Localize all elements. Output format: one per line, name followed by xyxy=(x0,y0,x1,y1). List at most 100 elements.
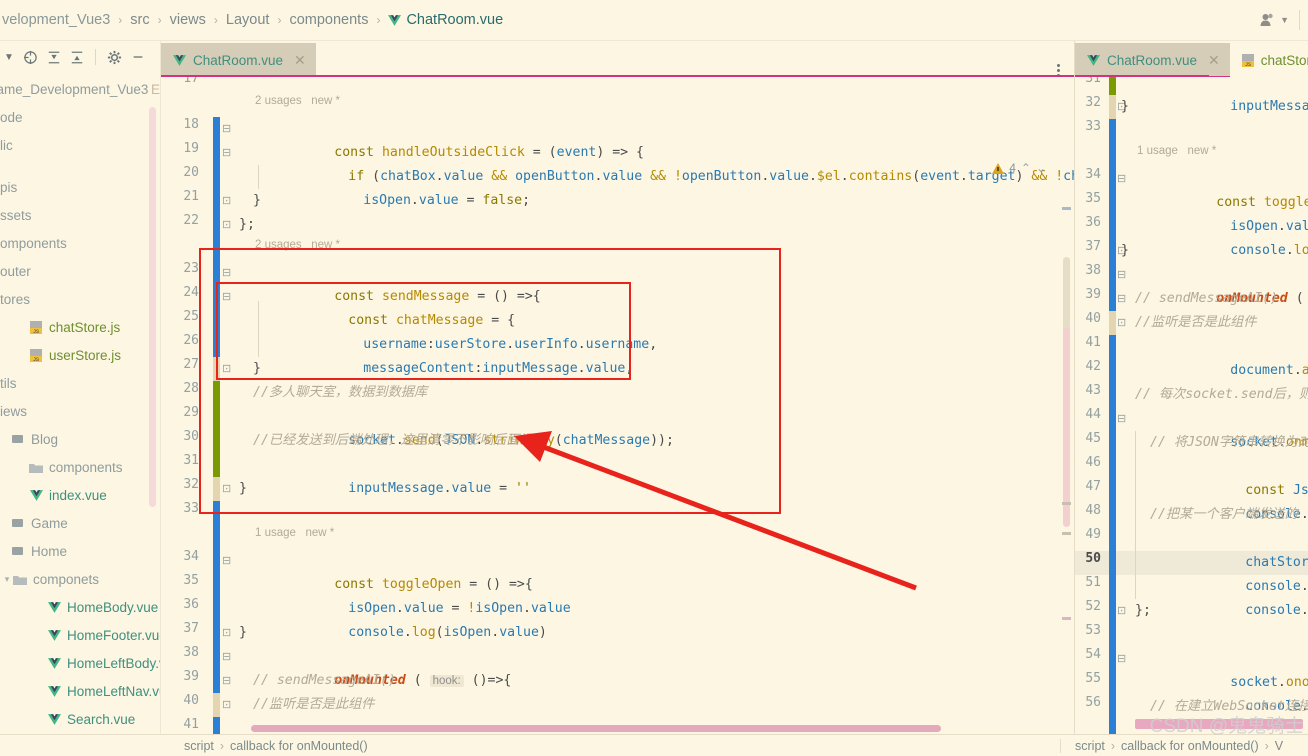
code-line-32[interactable]: } xyxy=(239,477,247,501)
tree-item-views[interactable]: iews xyxy=(0,397,160,425)
tree-item-blog[interactable]: Blog xyxy=(0,425,160,453)
right-code-line-47[interactable]: console.log(JsonEven xyxy=(1150,479,1308,522)
editor-horizontal-scrollbar[interactable] xyxy=(251,725,941,732)
status-crumb-callback[interactable]: callback for onMounted() xyxy=(230,739,368,753)
code-hint-usages[interactable]: 1 usage new * xyxy=(255,521,334,545)
tree-item-game[interactable]: Game xyxy=(0,509,160,537)
breadcrumb-item-src[interactable]: src xyxy=(124,12,155,28)
breadcrumb-item-layout[interactable]: Layout xyxy=(220,12,276,28)
fold-marker[interactable]: ⊡ xyxy=(222,189,231,213)
fold-marker[interactable]: ⊟ xyxy=(222,549,231,573)
right-code-line-54[interactable]: socket.onopen = () => xyxy=(1135,647,1308,690)
tree-item-assets[interactable]: ssets xyxy=(0,201,160,229)
inspection-widget[interactable]: 4 ⌃ ⌄ xyxy=(992,161,1046,175)
hide-panel-icon[interactable] xyxy=(131,50,145,64)
breadcrumb-item-components[interactable]: components xyxy=(283,12,374,28)
right-code-line-41[interactable]: document.addEventListe xyxy=(1135,335,1308,378)
fold-marker[interactable]: ⊟ xyxy=(222,117,231,141)
status-crumb-script[interactable]: script xyxy=(184,739,214,753)
chevron-down-icon[interactable]: ▼ xyxy=(4,52,14,63)
right-code-line-51[interactable]: console.log(chatStor xyxy=(1150,575,1308,618)
right-tab-chatroom-vue[interactable]: ChatRoom.vue ✕ xyxy=(1075,43,1230,79)
tree-item-images[interactable]: › images xyxy=(0,733,160,734)
right-code-line-31[interactable]: inputMessage.value = ' xyxy=(1135,77,1308,114)
code-line-39[interactable]: // sendMessageAI() xyxy=(253,669,396,693)
fold-marker[interactable]: ⊡ xyxy=(222,213,231,237)
editor-scrollbar-track-highlight[interactable] xyxy=(1063,327,1070,527)
right-code-line-40[interactable]: //监听是否是此组件 xyxy=(1135,311,1256,335)
tree-item-stores[interactable]: tores xyxy=(0,285,160,313)
breadcrumb-item-views[interactable]: views xyxy=(164,12,212,28)
breadcrumb-item-project[interactable]: velopment_Vue3 xyxy=(2,12,116,28)
code-line-28[interactable]: //多人聊天室，数据到数据库 xyxy=(253,381,427,405)
tree-item-public[interactable]: lic xyxy=(0,131,160,159)
fold-marker[interactable]: ⊟ xyxy=(222,141,231,165)
right-code-line-55[interactable]: console.log('WebSock xyxy=(1150,671,1308,714)
close-icon[interactable]: ✕ xyxy=(1208,52,1220,69)
editor-code-area[interactable]: 17 18 19 20 21 22 23 24 25 26 27 28 29 3… xyxy=(161,77,1074,734)
tree-item-home[interactable]: Home xyxy=(0,537,160,565)
tree-item-project[interactable]: Game_Development_Vue3 E xyxy=(0,75,160,103)
fold-marker[interactable]: ⊡ xyxy=(222,357,231,381)
chevron-down-icon[interactable]: ▾ xyxy=(2,574,12,585)
tree-item-utils[interactable]: tils xyxy=(0,369,160,397)
code-line-27[interactable]: } xyxy=(253,357,261,381)
right-code-line-44[interactable]: socket.onmessage = (ev xyxy=(1135,407,1308,450)
expand-all-icon[interactable] xyxy=(47,50,61,65)
tree-item-index-vue[interactable]: index.vue xyxy=(0,481,160,509)
fold-marker[interactable]: ⊟ xyxy=(222,285,231,309)
fold-marker[interactable]: ⊡ xyxy=(222,621,231,645)
code-line-38[interactable]: onMounted ( hook: ()=>{ xyxy=(239,645,511,688)
right-code-line-50[interactable]: console.log(userStor xyxy=(1150,551,1308,594)
code-line-26[interactable]: messageContent:inputMessage.value, xyxy=(268,333,633,376)
tree-item-node[interactable]: ode xyxy=(0,103,160,131)
tree-item-homeleftbody-vue[interactable]: HomeLeftBody.vue xyxy=(0,649,160,677)
tree-item-homeleftnav-vue[interactable]: HomeLeftNav.vue xyxy=(0,677,160,705)
tree-item-homebody-vue[interactable]: HomeBody.vue xyxy=(0,593,160,621)
code-hint-usages[interactable]: 2 usages new * xyxy=(255,89,340,113)
code-line-34[interactable]: const toggleOpen = () =>{ xyxy=(239,549,533,592)
right-code-line-38[interactable]: onMounted ( hook: ()=>{ xyxy=(1121,263,1308,306)
right-code-line-52[interactable]: }; xyxy=(1135,599,1151,623)
right-code-lines[interactable]: inputMessage.value = ' } 1 usage new * c… xyxy=(1121,77,1308,734)
right-code-line-36[interactable]: console.log(isOpen.val xyxy=(1135,215,1308,258)
right-code-line-45[interactable]: // 将JSON字符串转换为对 xyxy=(1150,431,1308,455)
fold-marker[interactable]: ⊟ xyxy=(222,669,231,693)
collapse-all-icon[interactable] xyxy=(70,50,84,65)
code-line-40[interactable]: //监听是否是此组件 xyxy=(253,693,374,717)
code-line-37[interactable]: } xyxy=(239,621,247,645)
fold-marker[interactable]: ⊡ xyxy=(222,693,231,717)
code-line-30[interactable]: //已经发送到后端处理，这里清零不影响后面调用 xyxy=(253,429,546,453)
tree-item-search-vue[interactable]: Search.vue xyxy=(0,705,160,733)
status-crumb-extra[interactable]: V xyxy=(1275,739,1283,753)
editor-scrollbar-thumb[interactable] xyxy=(1063,257,1070,337)
code-line-21[interactable]: } xyxy=(253,189,261,213)
tree-item-blog-components[interactable]: components xyxy=(0,453,160,481)
right-code-line-49[interactable]: chatStore.userSendMe xyxy=(1150,527,1308,570)
right-code-line-46[interactable]: const JsonEvent = JS xyxy=(1150,455,1308,498)
code-hint-usages[interactable]: 2 usages new * xyxy=(255,233,340,257)
status-crumb-script[interactable]: script xyxy=(1075,739,1105,753)
right-code-line-43[interactable]: // 每次socket.send后，则 xyxy=(1135,383,1308,407)
right-tab-chatstore-js[interactable]: JS chatStore.js xyxy=(1230,43,1308,77)
right-code-line-39[interactable]: // sendMessageAI() xyxy=(1135,287,1278,311)
close-icon[interactable]: ✕ xyxy=(294,52,306,69)
right-code-hint-usages[interactable]: 1 usage new * xyxy=(1137,139,1216,163)
code-line-25[interactable]: username:userStore.userInfo.username, xyxy=(268,309,657,352)
right-editor-code-area[interactable]: 31 32 33 34 35 36 37 38 39 40 41 42 43 4… xyxy=(1075,77,1308,734)
tree-item-componets[interactable]: ▾ componets xyxy=(0,565,160,593)
sidebar-scrollbar[interactable] xyxy=(149,107,156,507)
fold-marker[interactable]: ⊡ xyxy=(222,477,231,501)
code-line-29[interactable]: socket.send(JSON.stringify(chatMessage))… xyxy=(253,405,674,448)
code-line-20[interactable]: isOpen.value = false; xyxy=(268,165,530,208)
tree-item-userstore-js[interactable]: JS userStore.js xyxy=(0,341,160,369)
code-line-36[interactable]: console.log(isOpen.value) xyxy=(253,597,547,640)
tree-item-homefooter-vue[interactable]: HomeFooter.vue xyxy=(0,621,160,649)
fold-marker[interactable]: ⊟ xyxy=(222,645,231,669)
tree-item-components[interactable]: omponents xyxy=(0,229,160,257)
code-lines[interactable]: 2 usages new * const handleOutsideClick … xyxy=(239,77,1074,734)
right-code-line-48[interactable]: //把某一个客户端发送的 xyxy=(1150,503,1298,527)
tree-item-router[interactable]: outer xyxy=(0,257,160,285)
fold-marker[interactable]: ⊟ xyxy=(222,261,231,285)
code-line-19[interactable]: if (chatBox.value && openButton.value &&… xyxy=(253,141,1074,184)
